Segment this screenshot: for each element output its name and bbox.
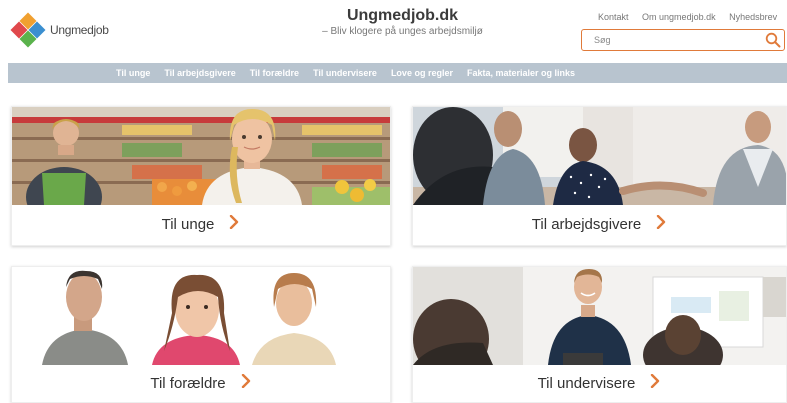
chevron-right-icon [228, 214, 240, 233]
nav-item-til-foraeldre[interactable]: Til forældre [250, 68, 299, 78]
card-caption: Til undervisere [413, 364, 786, 402]
card-til-arbejdsgivere[interactable]: Til arbejdsgivere [412, 106, 787, 246]
search-icon[interactable] [762, 30, 784, 50]
chevron-right-icon [655, 214, 667, 233]
main-navigation: Til unge Til arbejdsgivere Til forældre … [8, 63, 787, 83]
nav-item-til-undervisere[interactable]: Til undervisere [313, 68, 377, 78]
site-tagline: – Bliv klogere på unges arbejdsmiljø [322, 26, 483, 37]
card-image-meeting [413, 107, 786, 205]
logo[interactable]: Ungmedjob [10, 12, 109, 48]
top-links: Kontakt Om ungmedjob.dk Nyhedsbrev [598, 12, 787, 22]
card-image-supermarket [12, 107, 390, 205]
card-til-undervisere[interactable]: Til undervisere [412, 266, 787, 403]
nav-item-til-unge[interactable]: Til unge [116, 68, 150, 78]
card-label-til-undervisere: Til undervisere [537, 374, 636, 392]
site-title-block: Ungmedjob.dk – Bliv klogere på unges arb… [300, 7, 505, 37]
card-label-til-unge: Til unge [161, 215, 215, 233]
site-title[interactable]: Ungmedjob.dk [300, 7, 505, 25]
card-image-teacher [413, 267, 786, 365]
top-link-om[interactable]: Om ungmedjob.dk [642, 12, 716, 22]
card-til-unge[interactable]: Til unge [11, 106, 391, 246]
card-label-til-foraeldre: Til forældre [150, 374, 226, 392]
nav-item-love-og-regler[interactable]: Love og regler [391, 68, 453, 78]
card-til-foraeldre[interactable]: Til forældre [11, 266, 391, 403]
nav-item-til-arbejdsgivere[interactable]: Til arbejdsgivere [164, 68, 235, 78]
card-label-til-arbejdsgivere: Til arbejdsgivere [531, 215, 642, 233]
chevron-right-icon [240, 373, 252, 392]
top-link-kontakt[interactable]: Kontakt [598, 12, 629, 22]
card-image-parents [12, 267, 390, 365]
logo-text: Ungmedjob [50, 23, 109, 37]
site-header: Ungmedjob Ungmedjob.dk – Bliv klogere på… [0, 0, 787, 62]
search-box [581, 29, 785, 51]
search-input[interactable] [582, 30, 762, 50]
card-caption: Til unge [12, 203, 390, 245]
card-caption: Til arbejdsgivere [413, 203, 786, 245]
chevron-right-icon [649, 373, 661, 392]
logo-icon [10, 12, 46, 48]
top-link-nyhedsbrev[interactable]: Nyhedsbrev [729, 12, 777, 22]
nav-item-fakta[interactable]: Fakta, materialer og links [467, 68, 575, 78]
card-caption: Til forældre [12, 364, 390, 402]
